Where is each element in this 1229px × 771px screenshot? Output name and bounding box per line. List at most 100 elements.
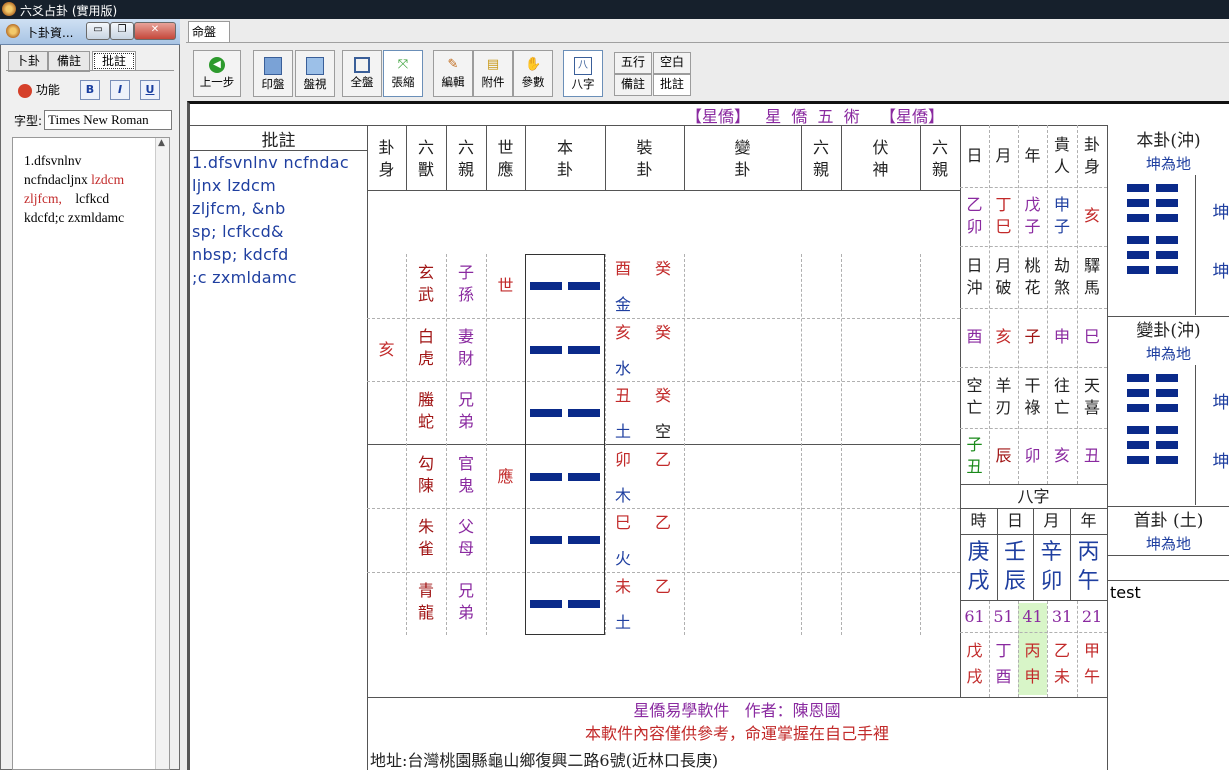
mini-yao-right bbox=[1156, 184, 1178, 192]
shensha-cell: 卦 身 bbox=[1083, 134, 1100, 176]
footer-author: 星僑易學軟件 作者：陳恩國 bbox=[633, 701, 841, 720]
row-divider bbox=[367, 381, 960, 382]
full-chart-button[interactable]: 全盤 bbox=[342, 50, 382, 97]
shensha-cell: 丁 巳 bbox=[995, 195, 1012, 236]
shrink-expand-button[interactable]: ⤧ 張縮 bbox=[383, 50, 423, 97]
memo-line: ncfndacljnx lzdcm bbox=[24, 170, 124, 189]
col-divider bbox=[684, 254, 685, 635]
six-relative: 父 母 bbox=[457, 517, 474, 558]
row-divider bbox=[367, 571, 960, 573]
expand-arrows-icon: ⤧ bbox=[397, 57, 409, 72]
shensha-cell: 干 祿 bbox=[1024, 376, 1041, 417]
dayun-divider bbox=[1047, 601, 1048, 697]
col-divider bbox=[920, 254, 921, 635]
ben-gua-box bbox=[525, 254, 605, 635]
shensha-cell: 乙 卯 bbox=[966, 195, 983, 236]
shensha-row-divider bbox=[960, 367, 1107, 368]
header-divider bbox=[841, 125, 842, 191]
six-beast: 青 龍 bbox=[417, 580, 434, 622]
memo-line: 1.dfsvnlnv bbox=[24, 151, 81, 170]
font-select[interactable]: Times New Roman bbox=[44, 110, 172, 130]
shensha-cell: 酉 bbox=[966, 327, 983, 346]
column-header: 六 親 bbox=[812, 138, 829, 179]
bazi-pillar: 丙 午 bbox=[1077, 540, 1100, 594]
element-char: 土 bbox=[614, 422, 631, 441]
yin-line-right bbox=[568, 409, 600, 417]
prev-step-button[interactable]: ◀ 上一步 bbox=[193, 50, 241, 97]
bazi-button[interactable]: 八 八字 bbox=[563, 50, 603, 97]
column-header: 裝 卦 bbox=[636, 138, 653, 179]
italic-button[interactable]: I bbox=[110, 80, 130, 100]
dayun-age: 61 bbox=[964, 607, 985, 626]
mini-yao-right bbox=[1156, 214, 1178, 222]
memo-line: kdcfd;c zxmldamc bbox=[24, 208, 124, 227]
yin-line-left bbox=[530, 472, 562, 481]
tab-bugua[interactable]: 卜卦 bbox=[8, 51, 48, 72]
branch-char: 卯 bbox=[614, 449, 631, 469]
tab-mingpan[interactable]: 命盤 bbox=[188, 21, 230, 42]
header-divider bbox=[920, 125, 921, 191]
bazi-line bbox=[960, 534, 1107, 535]
beizhu-button[interactable]: 備註 bbox=[614, 74, 652, 96]
bazi-pillar: 壬 辰 bbox=[1003, 540, 1026, 594]
edit-button[interactable]: ✎ 編輯 bbox=[433, 50, 473, 97]
shensha-cell: 月 破 bbox=[995, 255, 1012, 297]
mini-yao-left bbox=[1127, 441, 1149, 449]
dayun-age: 41 bbox=[1022, 607, 1043, 626]
header-divider bbox=[801, 125, 802, 191]
shensha-cell: 貴 人 bbox=[1053, 134, 1070, 176]
branch-char: 丑 bbox=[614, 386, 631, 405]
print-icon bbox=[264, 57, 282, 75]
minimize-button[interactable]: ▭ bbox=[86, 22, 110, 40]
pizhu-line: ljnx lzdcm bbox=[192, 176, 276, 195]
tab-pizhu[interactable]: 批註 bbox=[92, 51, 136, 71]
view-chart-button[interactable]: 盤視 bbox=[295, 50, 335, 97]
wuxing-button[interactable]: 五行 bbox=[614, 52, 652, 74]
mini-yao-right bbox=[1156, 199, 1178, 207]
fullscreen-icon bbox=[354, 57, 370, 73]
header-divider bbox=[486, 125, 487, 191]
cut-gua-char: 坤 bbox=[1212, 262, 1229, 282]
mini-yao-right bbox=[1156, 251, 1178, 259]
six-relative: 兄 弟 bbox=[457, 580, 474, 622]
dayun-row-divider bbox=[960, 632, 1107, 633]
shensha-cell: 桃 花 bbox=[1024, 255, 1041, 297]
dayun-age: 31 bbox=[1051, 607, 1073, 626]
bold-button[interactable]: B bbox=[80, 80, 100, 100]
pizhu-line: nbsp; kdcfd bbox=[192, 245, 289, 264]
kongbai-button[interactable]: 空白 bbox=[653, 52, 691, 74]
memo-scrollbar[interactable]: ▲ bbox=[155, 138, 169, 769]
yin-line-right bbox=[568, 599, 600, 608]
stem-char: 癸 bbox=[654, 259, 671, 278]
cut-gua-char: 坤 bbox=[1212, 203, 1229, 223]
app-titlebar: 六爻占卦 (實用版) bbox=[0, 0, 1229, 19]
close-button[interactable]: ✕ bbox=[134, 22, 176, 40]
six-beast: 玄 武 bbox=[417, 263, 434, 304]
attachment-button[interactable]: ▤ 附件 bbox=[473, 50, 513, 97]
memo-segment: ncfndacljnx bbox=[24, 172, 92, 187]
function-button[interactable]: 功能 bbox=[18, 80, 60, 100]
parameters-button[interactable]: ✋ 參數 bbox=[513, 50, 553, 97]
memo-editor[interactable]: 1.dfsvnlnv ncfndacljnx lzdcm zljfcm, lcfkc… bbox=[12, 137, 170, 770]
tab-beizhu[interactable]: 備註 bbox=[48, 51, 90, 72]
mini-yao-left bbox=[1127, 184, 1149, 192]
underline-button[interactable]: U bbox=[140, 80, 160, 100]
cut-gua-char: 坤 bbox=[1212, 393, 1229, 413]
mini-yao-left bbox=[1127, 214, 1149, 222]
header-divider bbox=[406, 125, 407, 191]
footer-disclaimer: 本軟件內容僅供參考，命運掌握在自己手裡 bbox=[584, 724, 889, 743]
shensha-cell: 天 喜 bbox=[1083, 376, 1100, 417]
mini-yao-left bbox=[1127, 374, 1149, 382]
maximize-button[interactable]: ❐ bbox=[110, 22, 134, 40]
app-icon bbox=[2, 2, 16, 16]
pizhu-line: ;c zxmldamc bbox=[192, 268, 297, 287]
col-divider bbox=[605, 254, 606, 635]
shensha-col-divider bbox=[989, 125, 990, 484]
kong-mark: 空 bbox=[654, 422, 671, 441]
pizhu-button[interactable]: 批註 bbox=[653, 74, 691, 96]
print-chart-button[interactable]: 印盤 bbox=[253, 50, 293, 97]
shensha-cell: 申 bbox=[1053, 327, 1070, 346]
shensha-cell: 羊 刃 bbox=[995, 376, 1012, 417]
panel-app-icon bbox=[6, 24, 20, 38]
shensha-cell: 空 亡 bbox=[966, 376, 983, 417]
